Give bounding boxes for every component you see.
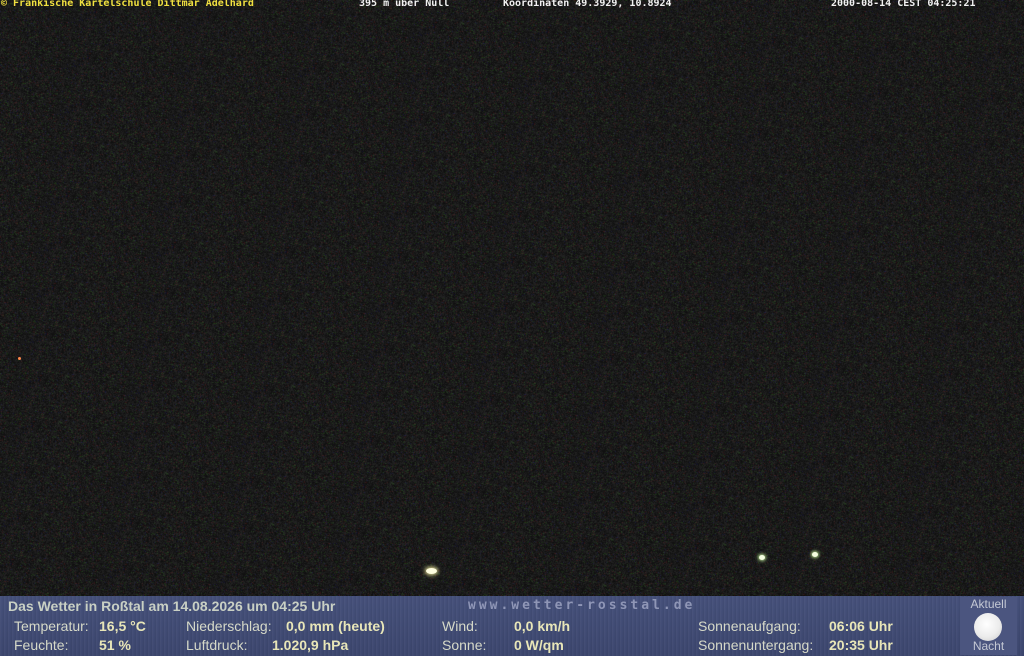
temperature-value: 16,5 °C: [99, 618, 146, 634]
wind-label: Wind:: [442, 618, 478, 634]
precipitation-label: Niederschlag:: [186, 618, 272, 634]
panel-title: Das Wetter in Roßtal am 14.08.2026 um 04…: [8, 598, 336, 614]
precipitation-value: 0,0 mm (heute): [286, 618, 385, 634]
moon-current-label: Aktuell: [970, 597, 1007, 611]
pressure-value: 1.020,9 hPa: [272, 637, 349, 653]
distant-light: [18, 357, 21, 360]
wind-value: 0,0 km/h: [514, 618, 571, 634]
sunset-label: Sonnenuntergang:: [698, 637, 814, 653]
street-light: [759, 555, 765, 560]
webcam-view: © Fränkische Kartelschule Dittmar Adelha…: [0, 0, 1024, 656]
sunset-value: 20:35 Uhr: [829, 637, 893, 653]
street-light: [426, 568, 437, 574]
moon-phase-box: Aktuell Nacht: [960, 597, 1017, 655]
capture-timestamp: 2000-08-14 CEST 04:25:21: [831, 0, 976, 9]
site-url-link[interactable]: www.wetter-rosstal.de: [468, 598, 695, 614]
image-caption-bar: © Fränkische Kartelschule Dittmar Adelha…: [0, 0, 1024, 11]
moon-state-label: Nacht: [972, 639, 1005, 653]
night-sky-image: [0, 0, 1024, 596]
coordinates-text: Koordinaten 49.3929, 10.8924: [503, 0, 672, 9]
pressure-label: Luftdruck:: [186, 637, 248, 653]
weather-panel: Das Wetter in Roßtal am 14.08.2026 um 04…: [0, 596, 1024, 656]
humidity-value: 51 %: [99, 637, 131, 653]
moon-icon: [974, 613, 1002, 641]
sun-value: 0 W/qm: [514, 637, 564, 653]
sunrise-value: 06:06 Uhr: [829, 618, 893, 634]
copyright-text: © Fränkische Kartelschule Dittmar Adelha…: [1, 0, 254, 9]
humidity-label: Feuchte:: [14, 637, 69, 653]
temperature-label: Temperatur:: [14, 618, 89, 634]
sunrise-label: Sonnenaufgang:: [698, 618, 801, 634]
altitude-text: 395 m über Null: [359, 0, 450, 9]
sun-label: Sonne:: [442, 637, 487, 653]
street-light: [812, 552, 818, 557]
